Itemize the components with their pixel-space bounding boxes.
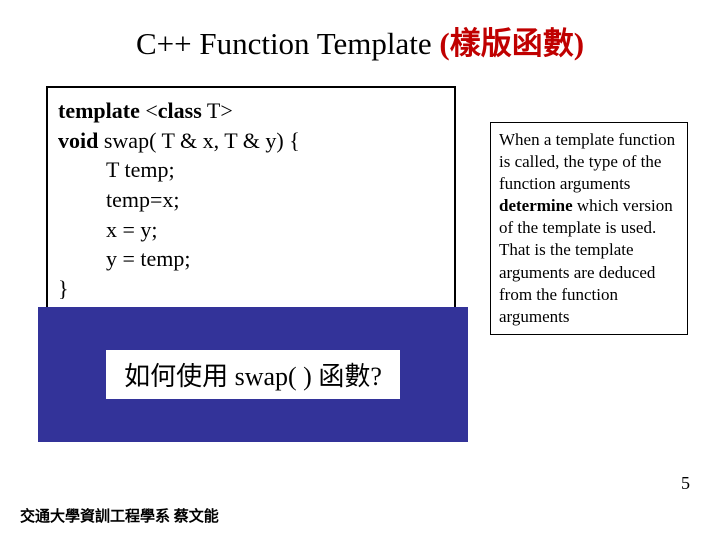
title-cn: (樣版函數) <box>439 26 584 61</box>
note-part1: When a template function is called, the … <box>499 130 675 193</box>
note-part3: which version of the template is used. T… <box>499 196 673 325</box>
code-line-5: x = y; <box>58 215 444 245</box>
code-line-4: temp=x; <box>58 185 444 215</box>
code-line-3: T temp; <box>58 155 444 185</box>
question-box: 如何使用 swap( ) 函數? <box>38 307 468 442</box>
code-line-1: template <class T> <box>58 96 444 126</box>
code-line-7: } <box>58 274 444 304</box>
title-en: C++ Function Template <box>136 26 439 61</box>
footer-text: 交通大學資訓工程學系 蔡文能 <box>20 505 219 526</box>
note-bold: determine <box>499 196 573 215</box>
code-line-2: void swap( T & x, T & y) { <box>58 126 444 156</box>
note-box: When a template function is called, the … <box>490 122 688 335</box>
question-text: 如何使用 swap( ) 函數? <box>106 350 400 399</box>
slide-title: C++ Function Template (樣版函數) <box>0 18 720 63</box>
page-number: 5 <box>681 473 690 494</box>
code-line-6: y = temp; <box>58 244 444 274</box>
